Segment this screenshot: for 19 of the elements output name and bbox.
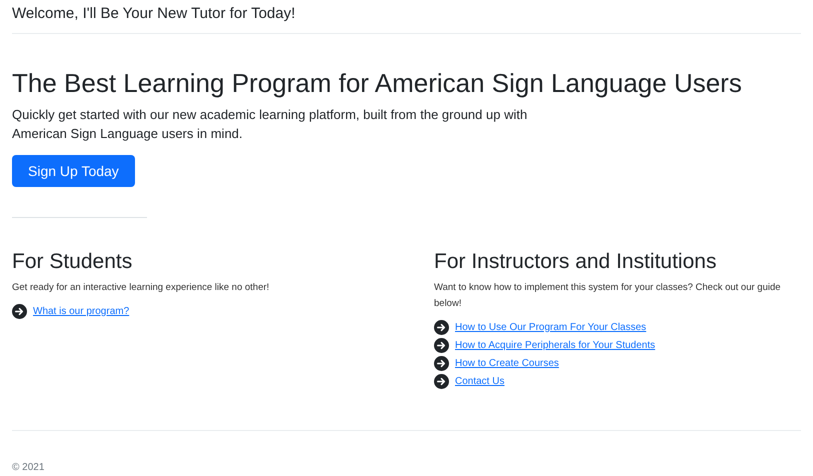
arrow-circle-icon	[12, 304, 27, 318]
section-text: Want to know how to implement this system for your classes? Check out our guide below!	[434, 281, 782, 311]
guide-link[interactable]: What is our program?	[33, 306, 130, 316]
guide-link[interactable]: How to Use Our Program For Your Classes	[455, 322, 646, 332]
copyright-text: © 2021	[12, 462, 44, 473]
guide-link[interactable]: How to Acquire Peripherals for Your Students	[455, 340, 656, 350]
guide-link[interactable]: How to Create Courses	[455, 358, 559, 368]
hero-text: Quickly get started with our new academic learning platform, built from the ground up with American Sign Language users in mind.	[12, 106, 528, 143]
hero-heading: The Best Learning Program for American Sign Language Users	[12, 68, 742, 99]
guide-link[interactable]: Contact Us	[455, 376, 504, 386]
arrow-circle-icon	[434, 320, 449, 334]
section-heading: For Instructors and Institutions	[434, 250, 716, 274]
arrow-circle-icon	[434, 338, 449, 352]
arrow-circle-icon	[434, 374, 449, 388]
header-title: Welcome, I'll Be Your New Tutor for Today!	[12, 5, 296, 22]
section-text: Get ready for an interactive learning experience like no other!	[12, 281, 270, 295]
arrow-circle-icon	[434, 356, 449, 370]
section-heading: For Students	[12, 250, 132, 274]
sign-up-button[interactable]: Sign Up Today	[12, 155, 135, 187]
